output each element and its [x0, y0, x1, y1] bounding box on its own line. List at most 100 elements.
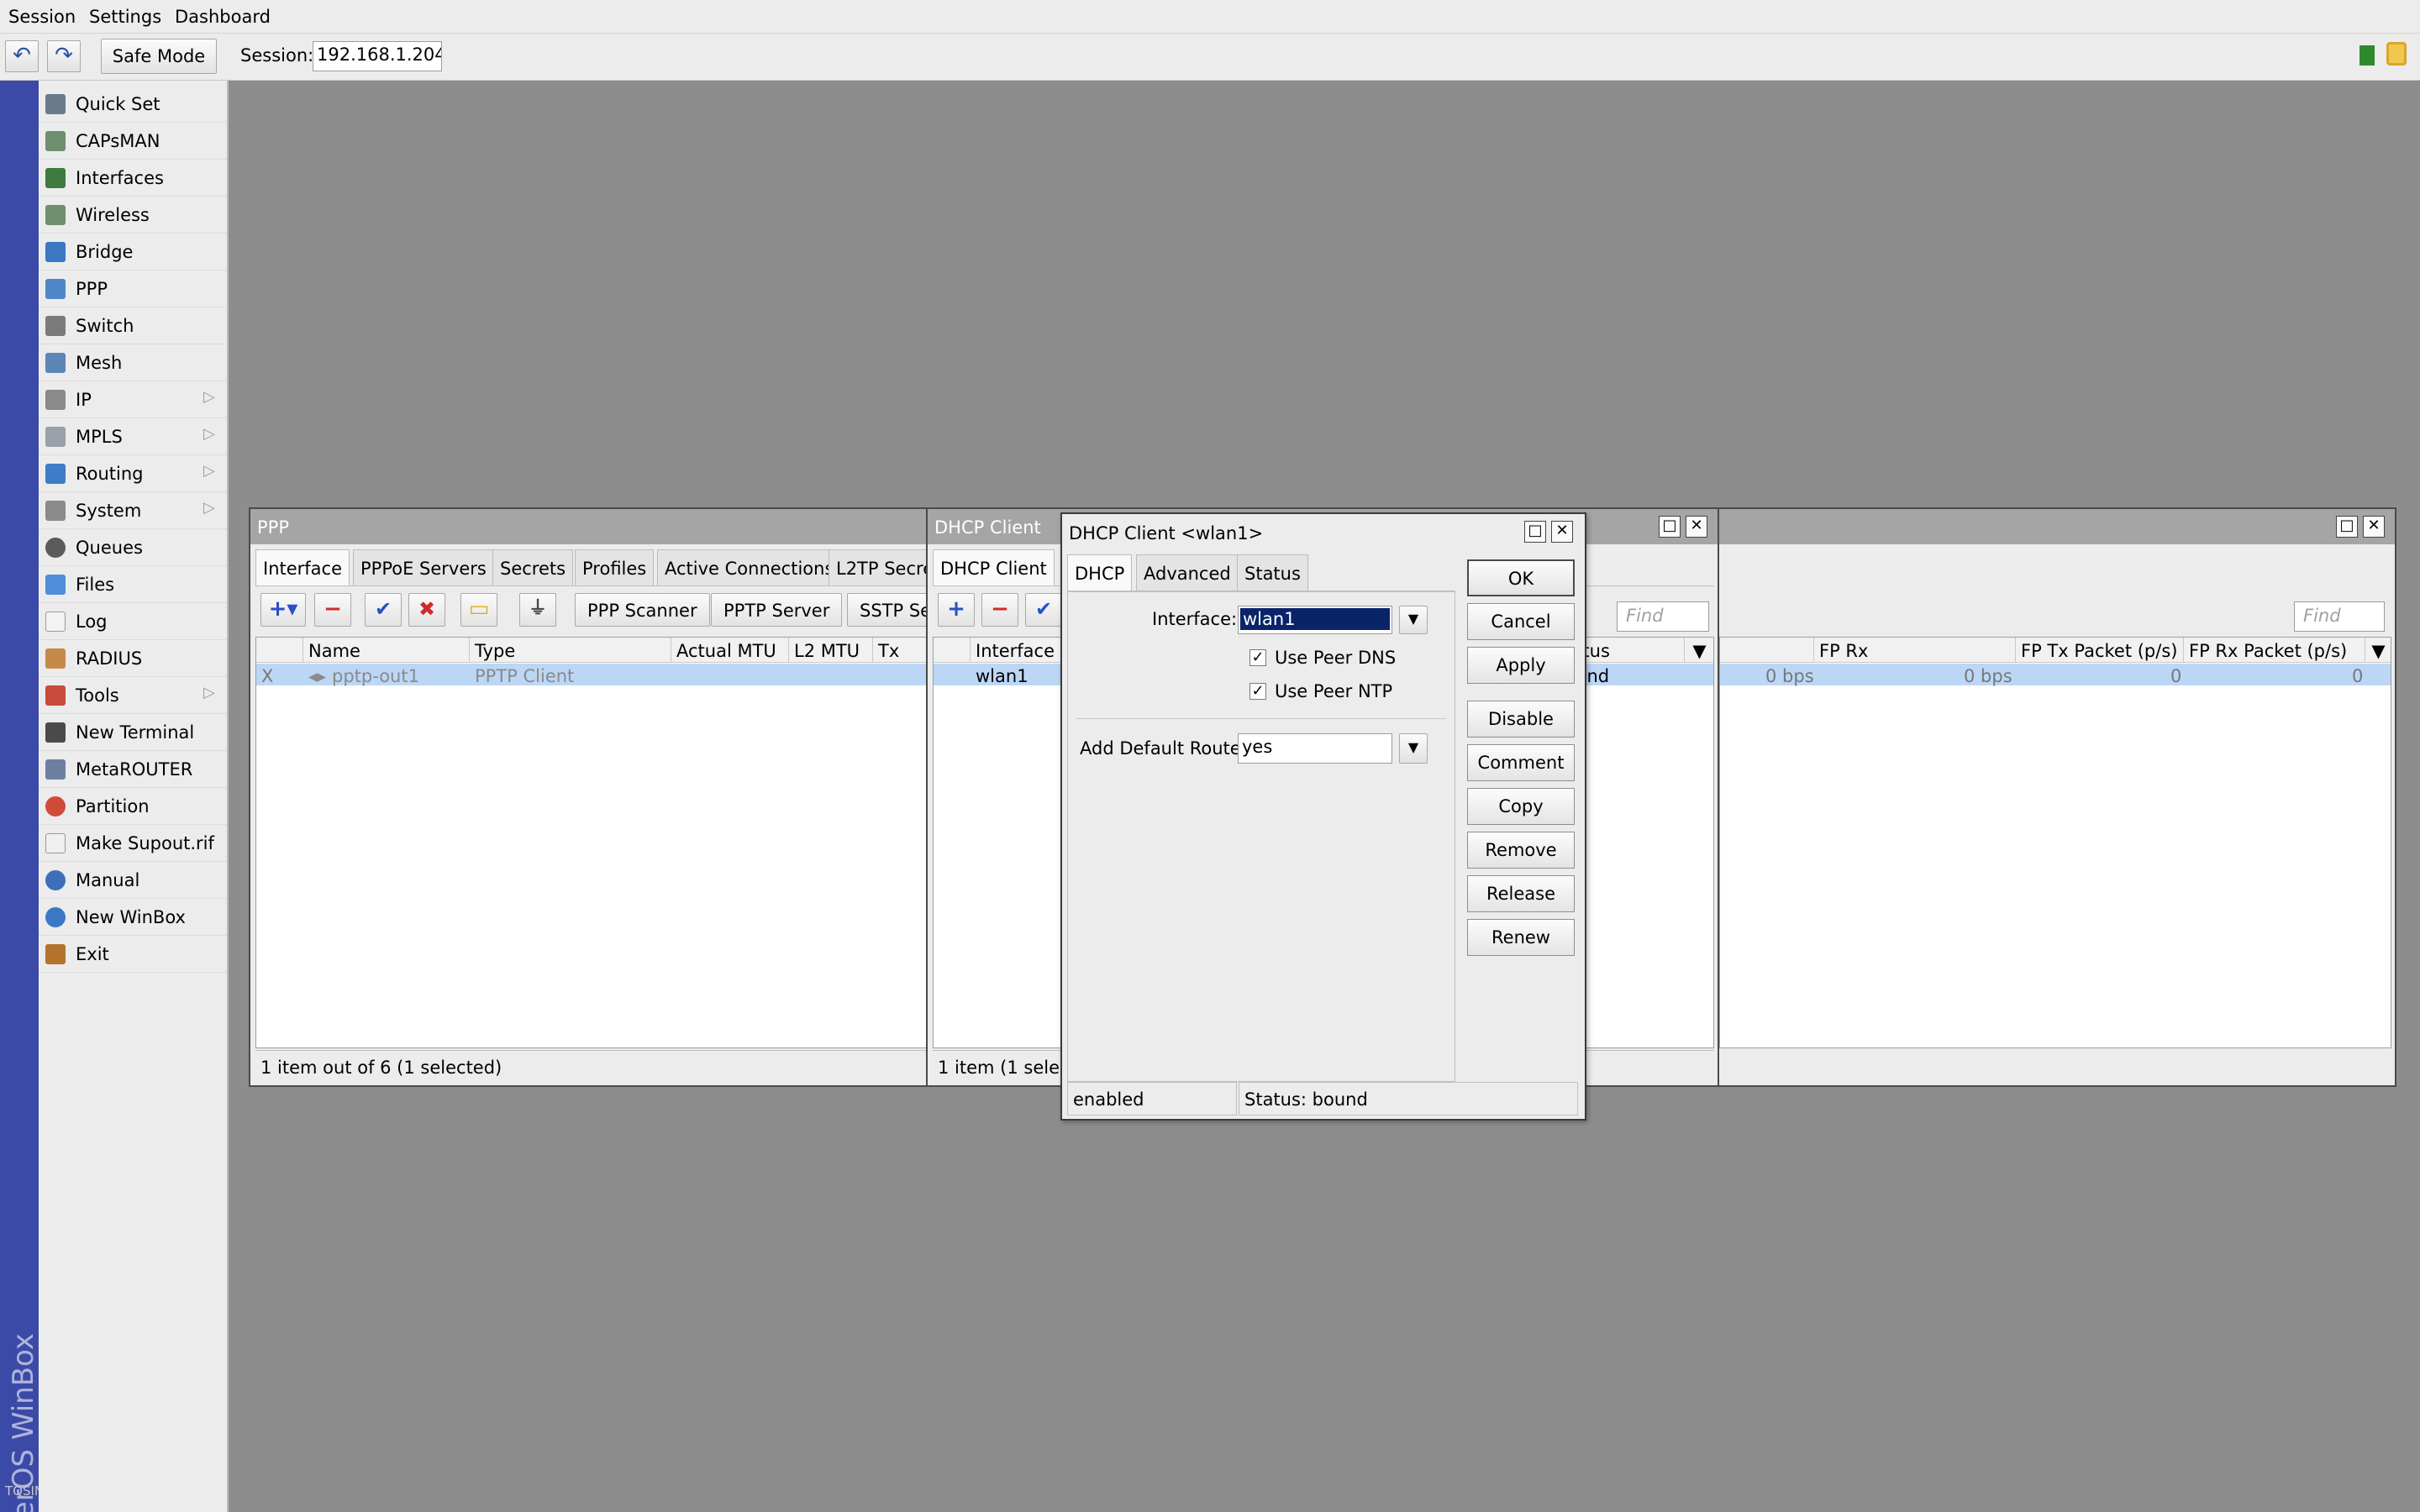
sidebar-item-routing[interactable]: Routing ▷: [39, 455, 227, 492]
table-row[interactable]: 0 bps 0 bps 0 0: [1720, 664, 2391, 686]
sidebar-item-partition[interactable]: Partition: [39, 788, 227, 825]
column-header-l2-mtu[interactable]: L2 MTU: [789, 638, 873, 663]
sidebar-item-wireless[interactable]: Wireless: [39, 197, 227, 234]
safe-mode-button[interactable]: Safe Mode: [101, 39, 217, 74]
column-header[interactable]: [1720, 638, 1814, 663]
copy-button[interactable]: Copy: [1467, 788, 1575, 825]
remove-button[interactable]: Remove: [1467, 832, 1575, 869]
sidebar-item-bridge[interactable]: Bridge: [39, 234, 227, 270]
disable-button[interactable]: ✖: [408, 593, 445, 627]
sidebar-item-queues[interactable]: Queues: [39, 529, 227, 566]
toolbar: ↶ ↷ Safe Mode Session: 192.168.1.204: [0, 34, 2420, 81]
ip-icon: [45, 390, 66, 410]
close-icon[interactable]: ✕: [2363, 516, 2385, 538]
find-input[interactable]: Find: [2294, 601, 2385, 632]
sidebar-item-log[interactable]: Log: [39, 603, 227, 640]
tab-dhcp[interactable]: DHCP: [1067, 554, 1133, 591]
menubar: Session Settings Dashboard: [0, 0, 2420, 34]
redo-button[interactable]: ↷: [47, 40, 81, 72]
column-header-fp-tx-packet[interactable]: FP Tx Packet (p/s): [2016, 638, 2184, 663]
filter-icon[interactable]: ⏚: [519, 593, 556, 627]
mesh-icon: [45, 353, 66, 373]
dialog-footer-enabled: enabled: [1067, 1082, 1237, 1116]
enable-button[interactable]: ✔: [1025, 593, 1062, 627]
maximize-icon[interactable]: □: [2336, 516, 2358, 538]
tab-profiles[interactable]: Profiles: [575, 549, 655, 585]
pptp-server-button[interactable]: PPTP Server: [711, 593, 843, 627]
column-header[interactable]: [934, 638, 971, 663]
sidebar-item-mpls[interactable]: MPLS ▷: [39, 418, 227, 455]
sidebar-item-new-terminal[interactable]: New Terminal: [39, 714, 227, 751]
sidebar-item-manual[interactable]: Manual: [39, 862, 227, 899]
tab-advanced[interactable]: Advanced: [1136, 554, 1239, 591]
remove-button[interactable]: −: [981, 593, 1018, 627]
release-button[interactable]: Release: [1467, 875, 1575, 912]
tab-active-connections[interactable]: Active Connections: [657, 549, 842, 585]
sidebar-item-system[interactable]: System ▷: [39, 492, 227, 529]
sidebar-item-switch[interactable]: Switch: [39, 307, 227, 344]
cell-interface: wlan1: [976, 666, 1028, 686]
sidebar-item-metarouter[interactable]: MetaROUTER: [39, 751, 227, 788]
use-peer-ntp-checkbox[interactable]: ✓: [1249, 683, 1266, 700]
enable-button[interactable]: ✔: [365, 593, 402, 627]
undo-button[interactable]: ↶: [5, 40, 39, 72]
session-field[interactable]: 192.168.1.204: [313, 41, 442, 71]
column-header-name[interactable]: Name: [303, 638, 470, 663]
menu-session[interactable]: Session: [8, 7, 76, 27]
column-header-fp-rx-packet[interactable]: FP Rx Packet (p/s): [2184, 638, 2365, 663]
tab-pppoe-servers[interactable]: PPPoE Servers: [353, 549, 494, 585]
tab-interface[interactable]: Interface: [255, 549, 350, 585]
sidebar-item-capsman[interactable]: CAPsMAN: [39, 123, 227, 160]
column-header-type[interactable]: Type: [470, 638, 671, 663]
menu-settings[interactable]: Settings: [89, 7, 161, 27]
ok-button[interactable]: OK: [1467, 559, 1575, 596]
close-icon[interactable]: ✕: [1551, 521, 1573, 543]
maximize-icon[interactable]: □: [1659, 516, 1681, 538]
sidebar-item-radius[interactable]: RADIUS: [39, 640, 227, 677]
column-header-fp-rx[interactable]: FP Rx: [1814, 638, 2016, 663]
sidebar: Quick Set CAPsMAN Interfaces Wireless Br…: [39, 81, 229, 1512]
tab-secrets[interactable]: Secrets: [492, 549, 574, 585]
traffic-window: □ ✕ Find FP Rx FP Tx Packet (p/s) FP Rx …: [1718, 507, 2396, 1087]
column-header-actual-mtu[interactable]: Actual MTU: [671, 638, 789, 663]
sidebar-item-files[interactable]: Files: [39, 566, 227, 603]
add-button[interactable]: +: [938, 593, 975, 627]
dropdown-icon[interactable]: ▼: [1399, 733, 1428, 764]
remove-button[interactable]: −: [314, 593, 351, 627]
table-row[interactable]: X ◂▸ pptp-out1 PPTP Client: [256, 664, 949, 686]
column-menu-icon[interactable]: ▼: [1685, 638, 1713, 663]
ppp-scanner-button[interactable]: PPP Scanner: [575, 593, 710, 627]
cancel-button[interactable]: Cancel: [1467, 603, 1575, 640]
add-button[interactable]: +▾: [260, 593, 306, 627]
sidebar-item-ppp[interactable]: PPP: [39, 270, 227, 307]
comment-button[interactable]: Comment: [1467, 744, 1575, 781]
comment-icon[interactable]: ▭: [460, 593, 497, 627]
menu-dashboard[interactable]: Dashboard: [175, 7, 271, 27]
sidebar-item-mesh[interactable]: Mesh: [39, 344, 227, 381]
sidebar-item-ip[interactable]: IP ▷: [39, 381, 227, 418]
dropdown-icon[interactable]: ▼: [1399, 606, 1428, 634]
interface-select[interactable]: wlan1: [1238, 606, 1392, 634]
column-menu-icon[interactable]: ▼: [2365, 638, 2391, 663]
sidebar-item-exit[interactable]: Exit: [39, 936, 227, 973]
interface-select-value: wlan1: [1240, 608, 1390, 630]
sidebar-item-new-winbox[interactable]: New WinBox: [39, 899, 227, 936]
routing-icon: [45, 464, 66, 484]
find-input[interactable]: Find: [1617, 601, 1709, 632]
column-header-flag[interactable]: [256, 638, 303, 663]
default-route-select[interactable]: yes: [1238, 733, 1392, 764]
apply-button[interactable]: Apply: [1467, 647, 1575, 684]
sidebar-item-interfaces[interactable]: Interfaces: [39, 160, 227, 197]
tab-dhcp-client[interactable]: DHCP Client: [933, 549, 1055, 585]
sidebar-item-tools[interactable]: Tools ▷: [39, 677, 227, 714]
close-icon[interactable]: ✕: [1686, 516, 1707, 538]
tab-status[interactable]: Status: [1237, 554, 1308, 591]
renew-button[interactable]: Renew: [1467, 919, 1575, 956]
maximize-icon[interactable]: □: [1524, 521, 1546, 543]
disable-button[interactable]: Disable: [1467, 701, 1575, 738]
sidebar-item-quick-set[interactable]: Quick Set: [39, 86, 227, 123]
sidebar-item-make-supout[interactable]: Make Supout.rif: [39, 825, 227, 862]
use-peer-dns-checkbox[interactable]: ✓: [1249, 649, 1266, 666]
column-header-status[interactable]: Status: [1572, 638, 1685, 663]
submenu-arrow-icon: ▷: [203, 425, 215, 443]
